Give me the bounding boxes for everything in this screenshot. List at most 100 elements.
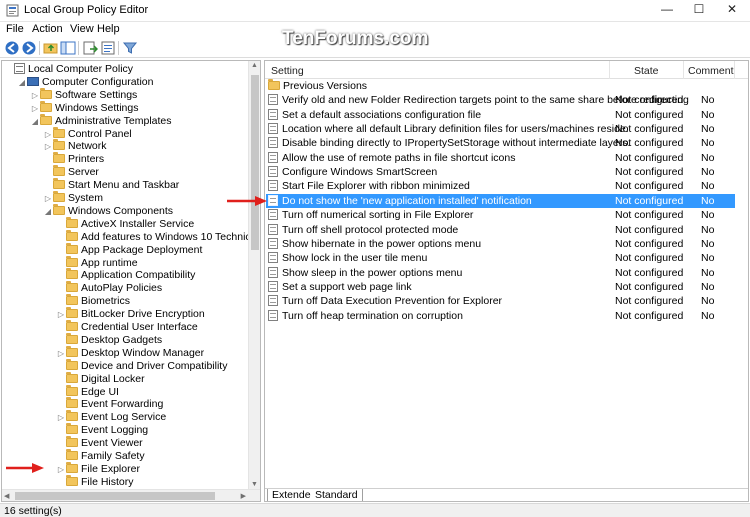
scroll-left-arrow-icon[interactable]: ◀	[4, 492, 9, 500]
tree-item[interactable]: Start Menu and Taskbar	[43, 178, 179, 192]
tree-horizontal-scroll-thumb[interactable]	[15, 492, 215, 500]
minimize-button[interactable]: —	[651, 0, 683, 20]
tree-item-label: Network	[68, 140, 107, 153]
collapse-arrow-icon[interactable]: ◢	[17, 76, 27, 89]
tree-item[interactable]: AutoPlay Policies	[56, 281, 162, 295]
folder-icon	[66, 216, 78, 228]
close-button[interactable]: ✕	[716, 0, 748, 20]
tree-item[interactable]: ▷ Software Settings	[30, 87, 137, 102]
expand-arrow-icon[interactable]: ▷	[30, 89, 40, 102]
tree-item-label: App runtime	[81, 256, 138, 269]
tree-item[interactable]: Add features to Windows 10 Technical Pre…	[56, 229, 260, 244]
tree-item[interactable]: Printers	[43, 152, 104, 166]
expand-arrow-icon[interactable]: ▷	[56, 411, 66, 424]
list-item[interactable]: Do not show the 'new application install…	[266, 193, 735, 208]
collapse-arrow-icon[interactable]: ◢	[43, 205, 53, 218]
collapse-arrow-icon[interactable]: ◢	[30, 115, 40, 128]
tree-item[interactable]: Desktop Gadgets	[56, 332, 162, 347]
list-item[interactable]: Show lock in the user tile menu Not confi…	[266, 251, 735, 265]
list-item[interactable]: Show hibernate in the power options menu…	[266, 237, 735, 251]
column-header-comment[interactable]: Comment	[688, 65, 734, 77]
setting-comment: No	[701, 295, 715, 308]
tree-item[interactable]: ▷ Desktop Window Manager	[56, 345, 204, 360]
column-divider[interactable]	[609, 61, 610, 79]
tree-item[interactable]: Event Forwarding	[56, 397, 163, 411]
tree-item[interactable]: ActiveX Installer Service	[56, 216, 195, 231]
properties-icon[interactable]	[100, 40, 116, 56]
export-list-icon[interactable]	[82, 40, 98, 56]
filter-icon[interactable]	[122, 40, 138, 56]
expand-arrow-icon[interactable]: ▷	[43, 192, 53, 205]
setting-comment: No	[701, 166, 715, 179]
maximize-button[interactable]: ☐	[683, 0, 715, 20]
tree-item[interactable]: Credential User Interface	[56, 320, 198, 334]
expand-arrow-icon[interactable]: ▷	[30, 102, 40, 115]
tree-item-label: Event Logging	[81, 424, 149, 437]
show-hide-tree-icon[interactable]	[60, 40, 76, 56]
tree-item-label: ActiveX Installer Service	[81, 217, 195, 230]
expand-arrow-icon[interactable]: ▷	[56, 463, 66, 476]
list-item[interactable]: Set a default associations configuration…	[266, 108, 735, 122]
tree-item[interactable]: ▷ Windows Settings	[30, 100, 138, 115]
tree-item[interactable]: ◢ Administrative Templates	[30, 113, 172, 128]
tree-horizontal-scrollbar[interactable]: ◀ ▶	[2, 489, 260, 501]
scroll-right-arrow-icon[interactable]: ▶	[241, 492, 246, 500]
tree-item[interactable]: ▷ File Explorer	[56, 461, 140, 476]
policy-setting-icon	[268, 237, 278, 249]
column-header-setting[interactable]: Setting	[271, 65, 304, 77]
setting-comment: No	[701, 123, 715, 136]
menu-action[interactable]: Action	[32, 23, 63, 35]
tree-item[interactable]: File History	[56, 474, 134, 489]
tree-item[interactable]: Device and Driver Compatibility	[56, 358, 227, 373]
tab-standard[interactable]: Standard	[311, 489, 363, 501]
setting-name-text: Do not show the 'new application install…	[282, 194, 532, 207]
folder-icon	[40, 113, 52, 125]
tree-item[interactable]: Application Compatibility	[56, 268, 195, 282]
scroll-down-arrow-icon[interactable]: ▼	[251, 481, 258, 488]
list-item[interactable]: Show sleep in the power options menu Not …	[266, 266, 735, 280]
menu-file[interactable]: File	[6, 23, 24, 35]
list-item[interactable]: Verify old and new Folder Redirection ta…	[266, 93, 735, 107]
menu-help[interactable]: Help	[97, 23, 120, 35]
up-folder-icon[interactable]	[43, 40, 59, 56]
tree-item-label: File History	[81, 475, 134, 488]
list-item[interactable]: Location where all default Library defin…	[266, 122, 735, 136]
menu-view[interactable]: View	[70, 23, 94, 35]
settings-list-pane[interactable]: Setting State Comment Previous Versions V…	[264, 60, 749, 502]
list-item[interactable]: Configure Windows SmartScreen Not configu…	[266, 165, 735, 179]
scroll-up-arrow-icon[interactable]: ▲	[251, 62, 258, 69]
tree-vertical-scrollbar[interactable]: ▲ ▼	[248, 61, 260, 501]
column-divider[interactable]	[683, 61, 684, 79]
tree-item[interactable]: ▷ BitLocker Drive Encryption	[56, 307, 205, 321]
expand-arrow-icon[interactable]: ▷	[43, 128, 53, 141]
list-item[interactable]: Start File Explorer with ribbon minimize…	[266, 179, 735, 193]
tree-item[interactable]: Server	[43, 165, 99, 179]
tree-item[interactable]: ◢ Windows Components	[43, 203, 173, 218]
list-item[interactable]: Allow the use of remote paths in file sh…	[266, 151, 735, 165]
folder-icon	[66, 474, 78, 486]
list-item[interactable]: Set a support web page link Not configure…	[266, 280, 735, 294]
list-item[interactable]: Turn off numerical sorting in File Explo…	[266, 208, 735, 222]
expand-arrow-icon[interactable]: ▷	[43, 140, 53, 153]
tree-item[interactable]: ▷ Event Log Service	[56, 410, 166, 424]
forward-icon[interactable]	[21, 40, 37, 56]
back-icon[interactable]	[4, 40, 20, 56]
list-item[interactable]: Turn off heap termination on corruption N…	[266, 309, 735, 323]
tree-item[interactable]: Digital Locker	[56, 371, 145, 386]
expand-arrow-icon[interactable]: ▷	[56, 347, 66, 360]
list-item[interactable]: Previous Versions	[266, 79, 735, 93]
setting-name: Do not show the 'new application install…	[268, 194, 532, 208]
column-header-state[interactable]: State	[634, 65, 659, 77]
policy-setting-icon	[268, 194, 278, 206]
expand-arrow-icon[interactable]: ▷	[56, 308, 66, 321]
tree-vertical-scroll-thumb[interactable]	[251, 75, 259, 250]
tree-item[interactable]: ▷ System	[43, 191, 103, 205]
list-item[interactable]: Disable binding directly to IPropertySet…	[266, 136, 735, 150]
tree-item[interactable]: Local Computer Policy	[4, 63, 133, 76]
list-item[interactable]: Turn off shell protocol protected mode No…	[266, 223, 735, 237]
list-item[interactable]: Turn off Data Execution Prevention for E…	[266, 294, 735, 308]
tree-item[interactable]: ◢ Computer Configuration	[17, 76, 154, 89]
policy-tree-pane[interactable]: Local Computer Policy ◢ Computer Configura…	[1, 60, 261, 502]
tree-item[interactable]: App Package Deployment	[56, 242, 202, 257]
column-divider[interactable]	[734, 61, 735, 79]
